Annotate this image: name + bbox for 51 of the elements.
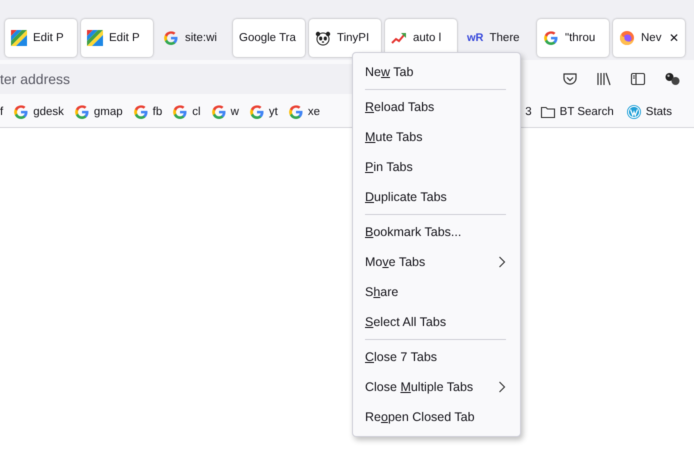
menu-item[interactable]: Select All Tabs xyxy=(353,307,520,337)
browser-tab[interactable]: Edit P xyxy=(81,19,153,57)
panda-icon xyxy=(315,30,331,46)
browser-tab[interactable]: Edit P xyxy=(5,19,77,57)
firefox-icon xyxy=(619,30,635,46)
bookmark-item[interactable]: gmap xyxy=(70,104,127,120)
bookmark-item[interactable]: yt xyxy=(244,104,282,120)
menu-item[interactable]: Reload Tabs xyxy=(353,92,520,122)
striped-square-icon xyxy=(11,30,27,46)
bookmark-item[interactable]: gdesk xyxy=(9,104,68,120)
menu-item[interactable]: Mute Tabs xyxy=(353,122,520,152)
bookmark-item[interactable]: w xyxy=(206,104,243,120)
extension-icon[interactable] xyxy=(664,70,680,86)
trend-arrow-icon xyxy=(391,30,407,46)
menu-item[interactable]: Share xyxy=(353,277,520,307)
folder-icon xyxy=(540,104,556,120)
bookmark-item[interactable]: cl xyxy=(168,104,205,120)
google-icon xyxy=(210,104,227,120)
google-icon xyxy=(13,104,30,120)
browser-tab[interactable]: TinyPI xyxy=(309,19,381,57)
menu-item[interactable]: Reopen Closed Tab xyxy=(353,402,520,432)
browser-tab[interactable]: "throu xyxy=(537,19,609,57)
google-icon xyxy=(288,104,304,120)
browser-tab[interactable]: Google Tra xyxy=(233,19,305,57)
menu-item[interactable]: Close 7 Tabs xyxy=(353,342,520,372)
browser-tab[interactable]: Nev ✕ xyxy=(613,19,685,57)
google-icon xyxy=(74,104,90,120)
menu-item[interactable]: Bookmark Tabs... xyxy=(353,217,520,247)
close-icon[interactable]: ✕ xyxy=(669,31,679,45)
menu-item[interactable]: Pin Tabs xyxy=(353,152,520,182)
browser-tab[interactable]: site:wi xyxy=(157,19,229,57)
logo-text: wR xyxy=(467,32,484,44)
bookmark-item[interactable]: 3 xyxy=(525,104,532,120)
bookmark-item[interactable]: xe xyxy=(284,104,324,120)
wordpress-icon xyxy=(626,104,642,120)
google-icon xyxy=(248,104,265,120)
bookmark-item[interactable]: f xyxy=(0,104,8,120)
google-icon xyxy=(543,30,559,46)
library-icon[interactable] xyxy=(596,70,612,86)
striped-square-icon xyxy=(87,30,103,46)
bookmark-item[interactable]: BT Search xyxy=(536,104,618,120)
google-icon xyxy=(172,104,188,120)
bookmark-item[interactable]: fb xyxy=(128,104,166,120)
google-icon xyxy=(163,30,179,46)
bookmark-item[interactable]: Stats xyxy=(622,104,676,120)
google-icon xyxy=(132,104,149,120)
menu-item[interactable]: Move Tabs xyxy=(353,247,520,277)
pocket-icon[interactable] xyxy=(562,70,578,86)
menu-item[interactable]: Close Multiple Tabs xyxy=(353,372,520,402)
sidebar-icon[interactable] xyxy=(630,70,646,86)
menu-item[interactable]: Duplicate Tabs xyxy=(353,182,520,212)
